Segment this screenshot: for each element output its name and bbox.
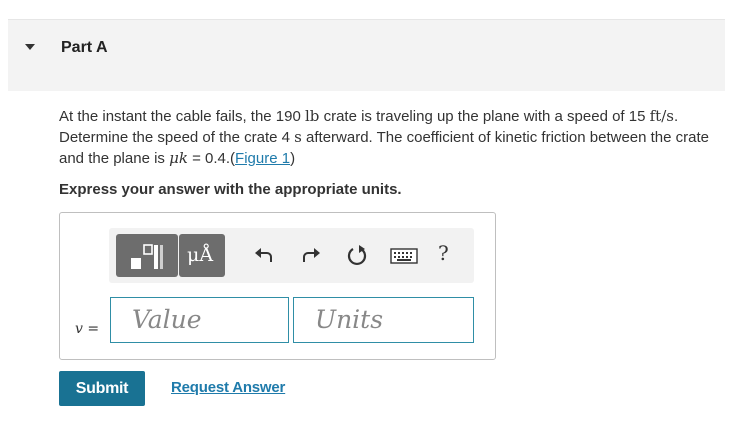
part-header[interactable] (8, 20, 725, 91)
problem-text-5: = 0.4.( (187, 150, 236, 167)
reset-icon[interactable] (345, 244, 369, 268)
answer-box: μÅ ? v = Value Units (59, 212, 496, 360)
undo-icon[interactable] (252, 244, 276, 268)
redo-icon[interactable] (299, 244, 323, 268)
instruction-text: Express your answer with the appropriate… (59, 181, 402, 198)
help-icon[interactable]: ? (438, 241, 449, 265)
submit-button[interactable]: Submit (59, 371, 145, 406)
part-title: Part A (61, 39, 108, 56)
problem-statement: At the instant the cable fails, the 190 … (59, 106, 709, 169)
units-icon: μÅ (187, 244, 214, 266)
figure-link[interactable]: Figure 1 (235, 150, 290, 167)
keyboard-icon[interactable] (390, 248, 418, 264)
problem-text-6: ) (290, 150, 296, 167)
unit-ft-per-s: ft/s (649, 107, 674, 125)
units-button[interactable]: μÅ (179, 234, 225, 277)
templates-icon (131, 244, 163, 269)
math-toolbar: μÅ ? (109, 228, 474, 283)
value-input[interactable]: Value (110, 297, 289, 343)
unit-lb: lb (305, 107, 320, 125)
units-input[interactable]: Units (293, 297, 474, 343)
request-answer-link[interactable]: Request Answer (171, 379, 285, 396)
variable-label-text: v = (75, 321, 100, 337)
problem-text-2: crate is traveling up the plane with a s… (319, 108, 650, 125)
collapse-triangle-icon[interactable] (25, 44, 35, 50)
mu-k-symbol: μk (169, 149, 188, 167)
templates-button[interactable] (116, 234, 178, 277)
problem-text-1: At the instant the cable fails, the 190 (59, 108, 305, 125)
unit-s: s (294, 128, 302, 146)
variable-label: v = (75, 320, 99, 337)
